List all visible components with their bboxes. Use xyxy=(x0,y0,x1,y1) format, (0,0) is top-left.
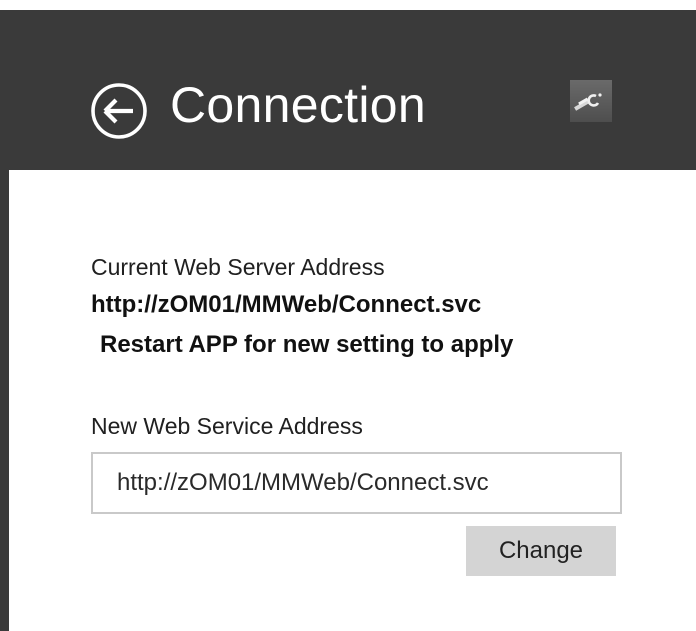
restart-note: Restart APP for new setting to apply xyxy=(100,331,514,358)
new-service-label: New Web Service Address xyxy=(91,413,363,439)
current-server-label: Current Web Server Address xyxy=(91,254,385,280)
web-service-address-input[interactable] xyxy=(91,452,622,514)
connection-settings: Current Web Server Address http://zOM01/… xyxy=(0,0,696,631)
change-button[interactable]: Change xyxy=(466,526,616,576)
current-server-address: http://zOM01/MMWeb/Connect.svc xyxy=(91,291,482,318)
